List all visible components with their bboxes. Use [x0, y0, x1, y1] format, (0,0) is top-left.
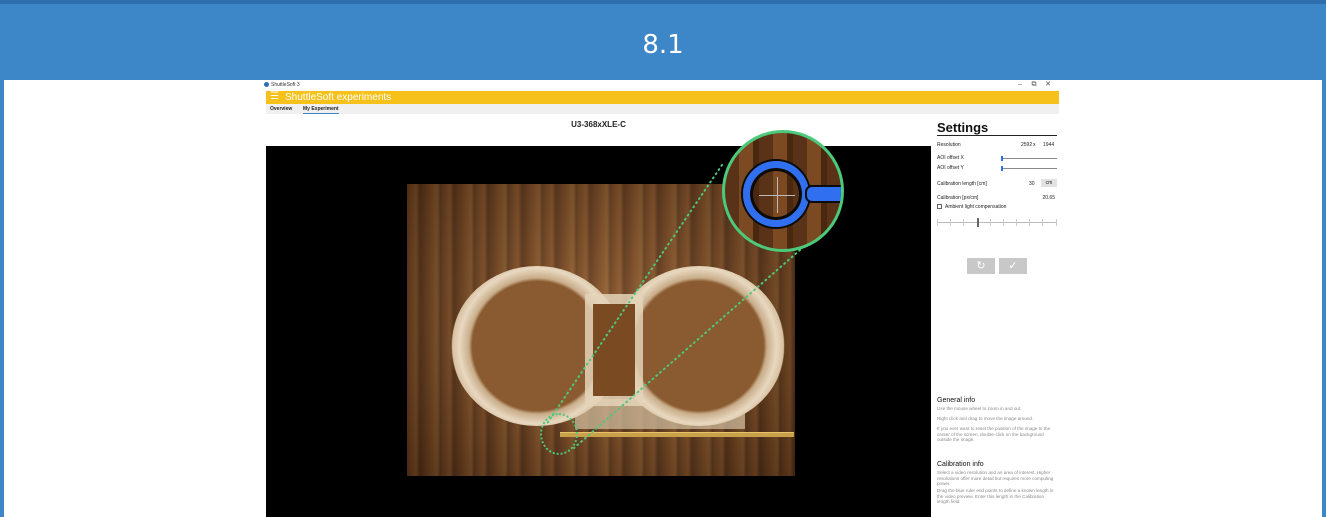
calibration-length-input[interactable]: 30: [1029, 180, 1035, 188]
calibration-info-text-1: Select a video resolution and an area of…: [937, 470, 1054, 487]
scale-tick: [1003, 219, 1004, 226]
calibration-row: Calibration [px/cm] 20.65: [937, 194, 1057, 202]
ambient-checkbox[interactable]: [937, 204, 942, 209]
scale-tick: [1042, 219, 1043, 226]
scale-tick: [1016, 219, 1017, 226]
crosshair-vertical: [777, 177, 778, 213]
tab-my-experiment[interactable]: My Experiment: [303, 106, 339, 114]
window-title: ShuttleSoft 3: [271, 82, 300, 88]
scale-tick: [950, 219, 951, 226]
resolution-row: Resolution 2592 x 1944: [937, 141, 1057, 149]
aoi-y-slider[interactable]: [1001, 166, 1057, 171]
ruler-handle[interactable]: [805, 185, 841, 203]
maze-corridor: [593, 304, 635, 396]
app-title: ShuttleSoft experiments: [285, 92, 392, 103]
slide-banner: 8.1: [0, 0, 1326, 80]
aoi-x-row: AOI offset X: [937, 154, 1057, 162]
settings-panel: Settings Resolution 2592 x 1944 AOI offs…: [935, 120, 1058, 517]
calibration-length-row: Calibration length [cm] 30 cm: [937, 179, 1057, 188]
ambient-row: Ambient light compensation: [937, 203, 1057, 211]
general-info-text-2: Right click and drag to move the image a…: [937, 416, 1034, 421]
resolution-separator: x: [1033, 142, 1036, 148]
scale-tick: [990, 219, 991, 226]
zoom-magnifier: [722, 130, 844, 252]
compensation-thumb[interactable]: [977, 218, 979, 227]
settings-divider: [937, 135, 1057, 136]
calibration-ruler[interactable]: [560, 432, 794, 437]
calibration-info-text-2: Drag the blue ruler end points to define…: [937, 488, 1054, 505]
general-info-text-3: If you ever want to reset the position o…: [937, 426, 1051, 443]
ruler-endpoint-handle-icon[interactable]: [743, 161, 809, 227]
scale-tick: [937, 219, 938, 226]
close-icon[interactable]: ✕: [1041, 80, 1055, 88]
calibration-length-label: Calibration length [cm]: [937, 181, 987, 187]
window-controls: – ⧉ ✕: [1013, 80, 1055, 89]
resolution-width-input[interactable]: 2592: [1021, 141, 1032, 149]
aoi-x-slider[interactable]: [1001, 156, 1057, 161]
aoi-x-label: AOI offset X: [937, 155, 964, 161]
ambient-label: Ambient light compensation: [945, 204, 1007, 210]
reset-button[interactable]: ↻: [967, 258, 995, 274]
confirm-button[interactable]: ✓: [999, 258, 1027, 274]
calibration-value: 20.65: [1042, 195, 1055, 201]
scale-tick: [1056, 219, 1057, 226]
tab-bar: Overview My Experiment: [266, 104, 1059, 114]
calibration-label: Calibration [px/cm]: [937, 195, 979, 201]
aoi-y-label: AOI offset Y: [937, 165, 964, 171]
app-icon: [264, 82, 269, 87]
scale-tick: [963, 219, 964, 226]
aoi-y-row: AOI offset Y: [937, 164, 1057, 172]
calibration-info-title: Calibration info: [937, 461, 984, 468]
aoi-y-knob[interactable]: [1001, 166, 1003, 171]
slide-number: 8.1: [642, 30, 684, 60]
aoi-x-knob[interactable]: [1001, 156, 1003, 161]
maximize-icon[interactable]: ⧉: [1027, 81, 1041, 89]
compensation-track: [937, 222, 1057, 223]
app-header: ☰ ShuttleSoft experiments: [266, 91, 1059, 104]
compensation-slider[interactable]: [937, 217, 1057, 229]
window-titlebar: ShuttleSoft 3 – ⧉ ✕: [263, 80, 1059, 91]
general-info-title: General info: [937, 397, 976, 404]
hamburger-menu-icon[interactable]: ☰: [270, 91, 279, 103]
unit-dropdown[interactable]: cm: [1041, 179, 1057, 187]
resolution-height-input[interactable]: 1944: [1043, 141, 1054, 149]
scale-tick: [1029, 219, 1030, 226]
resolution-label: Resolution: [937, 142, 961, 148]
tab-overview[interactable]: Overview: [270, 106, 292, 112]
general-info-text-1: Use the mouse wheel to zoom in and out.: [937, 406, 1022, 411]
minimize-icon[interactable]: –: [1013, 81, 1027, 88]
camera-title: U3-368xXLE-C: [571, 120, 626, 129]
settings-title: Settings: [937, 120, 989, 135]
ruler-endpoint-highlight: [540, 413, 578, 455]
